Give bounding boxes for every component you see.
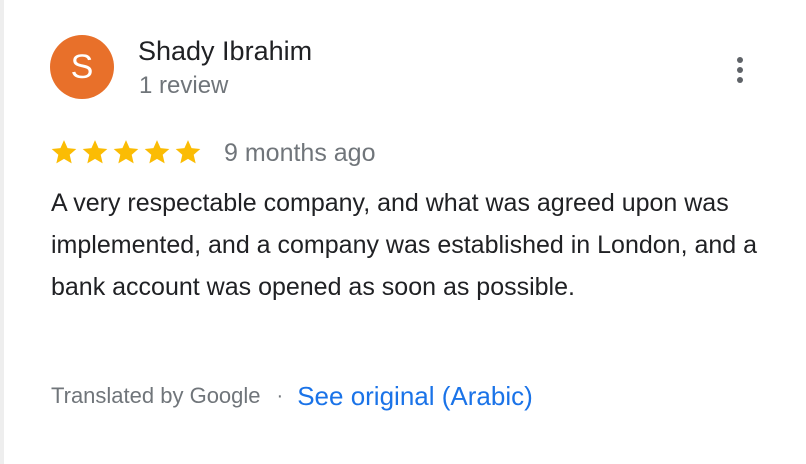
avatar[interactable]: S <box>50 35 114 99</box>
separator-dot: · <box>276 384 284 407</box>
review-date: 9 months ago <box>224 139 376 167</box>
translated-by-label: Translated by Google <box>51 383 261 408</box>
star-icon <box>144 140 170 164</box>
see-original-link[interactable]: See original (Arabic) <box>297 381 533 412</box>
star-icon <box>51 140 77 164</box>
more-options-button[interactable] <box>722 50 758 90</box>
review-text: A very respectable company, and what was… <box>51 189 758 301</box>
reviewer-name[interactable]: Shady Ibrahim <box>138 36 312 67</box>
star-icon <box>113 140 139 164</box>
more-vertical-icon <box>737 57 743 83</box>
star-rating <box>50 138 202 168</box>
translation-row: Translated by Google · See original (Ara… <box>51 378 533 414</box>
star-icon <box>82 140 108 164</box>
star-icon <box>175 140 201 164</box>
review-count: 1 review <box>139 72 229 99</box>
review-card: S Shady Ibrahim 1 review 9 months ago A … <box>0 0 806 464</box>
